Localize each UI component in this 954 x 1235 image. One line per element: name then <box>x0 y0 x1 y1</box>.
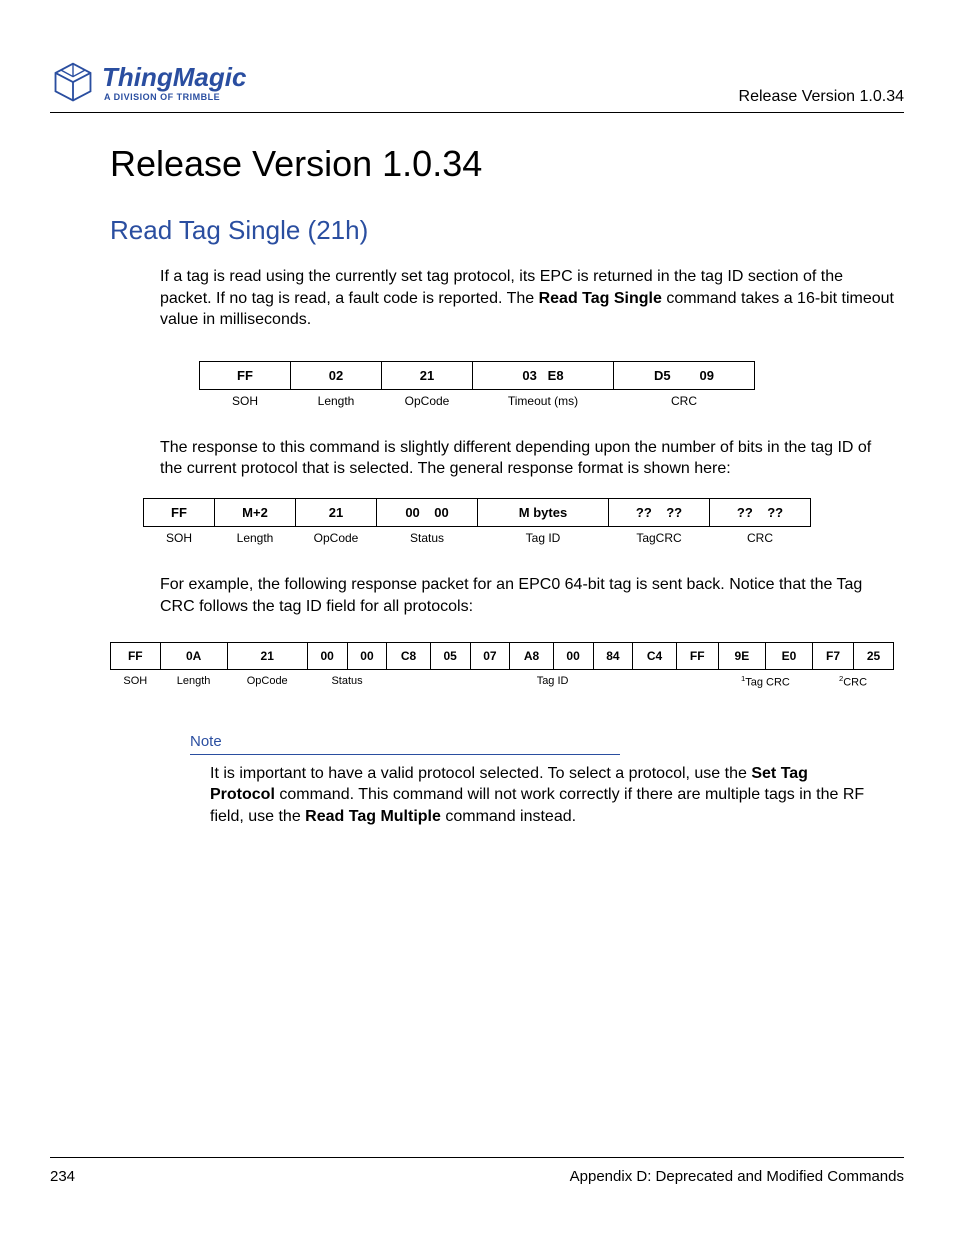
appendix-label: Appendix D: Deprecated and Modified Comm… <box>570 1168 904 1185</box>
cell: 84 <box>593 643 633 670</box>
cell: 21 <box>227 643 307 670</box>
cell: 21 <box>296 498 377 526</box>
page-number: 234 <box>50 1168 75 1185</box>
label: Status <box>307 670 387 693</box>
example-paragraph: For example, the following response pack… <box>50 574 904 617</box>
cell: C8 <box>387 643 430 670</box>
cell: ?? ?? <box>609 498 710 526</box>
cell: 00 00 <box>377 498 478 526</box>
logo-name: ThingMagic <box>102 62 246 92</box>
cell: D5 09 <box>614 361 755 389</box>
note-rule <box>190 754 620 755</box>
page-title: Release Version 1.0.34 <box>50 143 904 185</box>
footer: 234 Appendix D: Deprecated and Modified … <box>50 1157 904 1185</box>
cell: 02 <box>291 361 382 389</box>
example-response-table: FF 0A 21 00 00 C8 05 07 A8 00 84 C4 FF 9… <box>110 642 894 693</box>
cell: E0 <box>765 643 812 670</box>
cell: FF <box>676 643 718 670</box>
cell: 00 <box>553 643 593 670</box>
cell: FF <box>144 498 215 526</box>
label: 2CRC <box>813 670 894 693</box>
label: Status <box>377 526 478 549</box>
label: SOH <box>111 670 161 693</box>
header-version: Release Version 1.0.34 <box>739 88 904 106</box>
logo: ThingMagic A DIVISION OF TRIMBLE <box>50 60 246 106</box>
label: Tag ID <box>387 670 718 693</box>
label: SOH <box>144 526 215 549</box>
cell: F7 <box>813 643 854 670</box>
label: Length <box>291 389 382 412</box>
label: Timeout (ms) <box>473 389 614 412</box>
label: 1Tag CRC <box>718 670 812 693</box>
logo-subtitle: A DIVISION OF TRIMBLE <box>102 92 246 102</box>
response-intro-paragraph: The response to this command is slightly… <box>50 437 904 480</box>
cell: 25 <box>854 643 894 670</box>
cell: 05 <box>430 643 470 670</box>
label: Tag ID <box>478 526 609 549</box>
label: OpCode <box>296 526 377 549</box>
cell: ?? ?? <box>710 498 811 526</box>
response-format-table: FF M+2 21 00 00 M bytes ?? ?? ?? ?? SOH … <box>143 498 811 549</box>
cell: M+2 <box>215 498 296 526</box>
label: Length <box>215 526 296 549</box>
cmd-name: Read Tag Single <box>539 290 662 307</box>
label: CRC <box>614 389 755 412</box>
label: Length <box>160 670 227 693</box>
cell: M bytes <box>478 498 609 526</box>
cell: 00 <box>307 643 347 670</box>
cell: 0A <box>160 643 227 670</box>
cell: 03 E8 <box>473 361 614 389</box>
thingmagic-logo-icon <box>50 60 96 106</box>
label: OpCode <box>382 389 473 412</box>
label: OpCode <box>227 670 307 693</box>
note-heading: Note <box>190 733 874 750</box>
cell: FF <box>111 643 161 670</box>
cell: A8 <box>510 643 553 670</box>
cell: C4 <box>633 643 676 670</box>
cell: 21 <box>382 361 473 389</box>
cell: FF <box>200 361 291 389</box>
note-block: Note It is important to have a valid pro… <box>50 733 904 828</box>
intro-paragraph: If a tag is read using the currently set… <box>50 266 904 331</box>
cell: 07 <box>470 643 510 670</box>
label: TagCRC <box>609 526 710 549</box>
note-text: It is important to have a valid protocol… <box>190 763 874 828</box>
cell: 9E <box>718 643 765 670</box>
label: SOH <box>200 389 291 412</box>
cell: 00 <box>347 643 387 670</box>
header: ThingMagic A DIVISION OF TRIMBLE Release… <box>50 60 904 113</box>
request-packet-table: FF 02 21 03 E8 D5 09 SOH Length OpCode T… <box>199 361 755 412</box>
section-heading: Read Tag Single (21h) <box>50 215 904 246</box>
label: CRC <box>710 526 811 549</box>
